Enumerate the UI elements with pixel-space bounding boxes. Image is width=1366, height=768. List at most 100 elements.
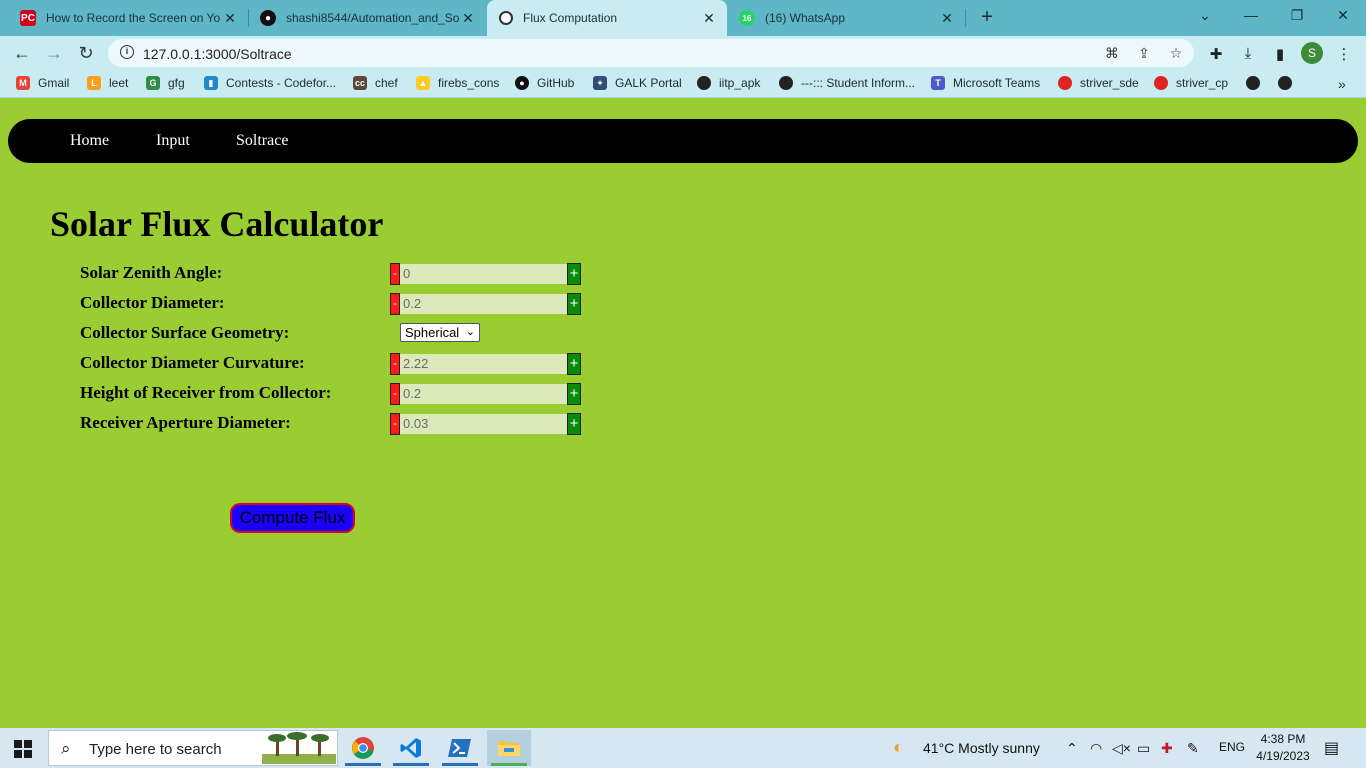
vscode-taskbar-app[interactable] [389,730,433,766]
windows-start-icon[interactable] [14,740,32,758]
address-bar[interactable]: i 127.0.0.1:3000/Soltrace ⌘ ⇪ ☆ [108,39,1194,67]
weather-text[interactable]: 41°C Mostly sunny [923,740,1040,756]
curvature-input[interactable]: 2.22 [400,354,567,374]
side-panel-icon[interactable]: ▮ [1270,45,1290,63]
bookmark-label: gfg [168,76,185,90]
chevron-down-icon: ⌄ [465,326,475,338]
bookmark-chef[interactable]: cc chef [353,76,398,90]
close-icon[interactable]: ✕ [939,10,955,27]
zenith-angle-input[interactable]: 0 [400,264,567,284]
url-text[interactable]: 127.0.0.1:3000/Soltrace [143,46,292,62]
more-bookmarks-icon[interactable]: » [1338,76,1346,92]
site-info-icon[interactable]: i [120,45,134,59]
globe-icon [1246,76,1260,90]
gfg-icon: G [146,76,160,90]
share-icon[interactable]: ⇪ [1135,45,1153,63]
reload-button[interactable]: ↻ [74,41,98,65]
bookmark-galk-portal[interactable]: ✦ GALK Portal [593,76,682,90]
collector-diameter-input[interactable]: 0.2 [400,294,567,314]
active-app-indicator [491,763,527,766]
back-button[interactable]: ← [10,41,34,65]
system-clock[interactable]: 4:38 PM 4/19/2023 [1250,731,1316,765]
close-icon[interactable]: ✕ [460,10,476,27]
increment-button[interactable]: + [567,263,581,285]
bookmark-star-icon[interactable]: ☆ [1167,45,1185,63]
receiver-height-input[interactable]: 0.2 [400,384,567,404]
close-icon[interactable]: ✕ [222,10,238,27]
forward-button[interactable]: → [42,41,66,65]
increment-button[interactable]: + [567,353,581,375]
pen-icon[interactable]: ✎ [1187,740,1199,757]
tab-github[interactable]: ● shashi8544/Automation_and_Sol ✕ [248,0,486,36]
bookmark-student-info[interactable]: ---::: Student Inform... [779,76,915,90]
tab-title: (16) WhatsApp [765,11,846,25]
bookmark-globe-2[interactable] [1278,76,1300,90]
extensions-icon[interactable]: ✚ [1206,45,1226,63]
decrement-button[interactable]: - [390,353,400,375]
compute-flux-button[interactable]: Compute Flux [230,503,355,533]
bookmark-gmail[interactable]: M Gmail [16,76,69,90]
minimize-button[interactable]: — [1228,0,1274,30]
antivirus-icon[interactable]: ✚ [1161,740,1173,757]
bookmark-striver-cp[interactable]: striver_cp [1154,76,1228,90]
restore-button[interactable]: ❐ [1274,0,1320,30]
bookmark-gfg[interactable]: Ggfg [146,76,185,90]
nav-soltrace[interactable]: Soltrace [236,132,288,150]
decrement-button[interactable]: - [390,263,400,285]
menu-icon[interactable]: ⋮ [1334,45,1354,63]
download-icon[interactable]: ⤓ [1238,45,1258,63]
close-icon[interactable]: ✕ [701,10,717,27]
bookmark-iitp-apk[interactable]: iitp_apk [697,76,760,90]
field-label: Collector Diameter Curvature: [80,353,305,372]
github-icon: ● [260,10,276,26]
bookmark-striver-sde[interactable]: striver_sde [1058,76,1139,90]
tuf-icon [1154,76,1168,90]
decrement-button[interactable]: - [390,413,400,435]
translate-icon[interactable]: ⌘ [1103,45,1121,63]
bookmark-firebs-cons[interactable]: ▲ firebs_cons [416,76,499,90]
volume-icon[interactable]: ◁× [1112,740,1131,757]
notifications-icon[interactable]: ▤ [1324,738,1339,758]
increment-button[interactable]: + [567,383,581,405]
increment-button[interactable]: + [567,293,581,315]
page-title: Solar Flux Calculator [50,204,384,244]
wifi-icon[interactable]: ◠ [1090,740,1102,757]
close-window-button[interactable]: ✕ [1320,0,1366,30]
bookmark-codeforces[interactable]: ▮ Contests - Codefor... [204,76,336,90]
tab-whatsapp[interactable]: 16 (16) WhatsApp ✕ [727,0,965,36]
bookmark-leet[interactable]: Lleet [87,76,128,90]
tab-pcmag[interactable]: PC How to Record the Screen on Yo ✕ [8,0,248,36]
active-app-indicator [393,763,429,766]
chrome-taskbar-app[interactable] [341,730,385,766]
new-tab-button[interactable]: + [976,6,998,28]
bookmark-label: Gmail [38,76,70,90]
globe-icon [499,11,513,25]
bookmark-github[interactable]: ● GitHub [515,76,574,90]
profile-avatar[interactable]: S [1301,42,1323,64]
weather-icon[interactable]: ◐ [893,737,904,758]
battery-icon[interactable]: ▭ [1137,740,1150,757]
tab-flux-computation[interactable]: Flux Computation ✕ [487,0,727,36]
firebase-icon: ▲ [416,76,430,90]
field-label: Height of Receiver from Collector: [80,383,332,402]
decrement-button[interactable]: - [390,293,400,315]
powershell-taskbar-app[interactable] [438,730,482,766]
field-label: Collector Surface Geometry: [80,323,290,342]
bookmark-globe-1[interactable] [1246,76,1268,90]
tab-divider [965,9,966,27]
bookmark-label: GitHub [537,76,575,90]
file-explorer-taskbar-app[interactable] [487,730,531,766]
bookmark-microsoft-teams[interactable]: T Microsoft Teams [931,76,1040,90]
leetcode-icon: L [87,76,101,90]
nav-input[interactable]: Input [156,132,190,150]
clock-time: 4:38 PM [1260,732,1306,746]
increment-button[interactable]: + [567,413,581,435]
nav-home[interactable]: Home [70,132,109,150]
surface-geometry-select[interactable]: Spherical ⌄ [400,323,480,342]
aperture-diameter-input[interactable]: 0.03 [400,414,567,434]
globe-icon [779,76,793,90]
tab-search-icon[interactable]: ⌄ [1182,0,1228,30]
language-indicator[interactable]: ENG [1219,740,1245,754]
decrement-button[interactable]: - [390,383,400,405]
chevron-up-icon[interactable]: ⌃ [1066,740,1078,757]
